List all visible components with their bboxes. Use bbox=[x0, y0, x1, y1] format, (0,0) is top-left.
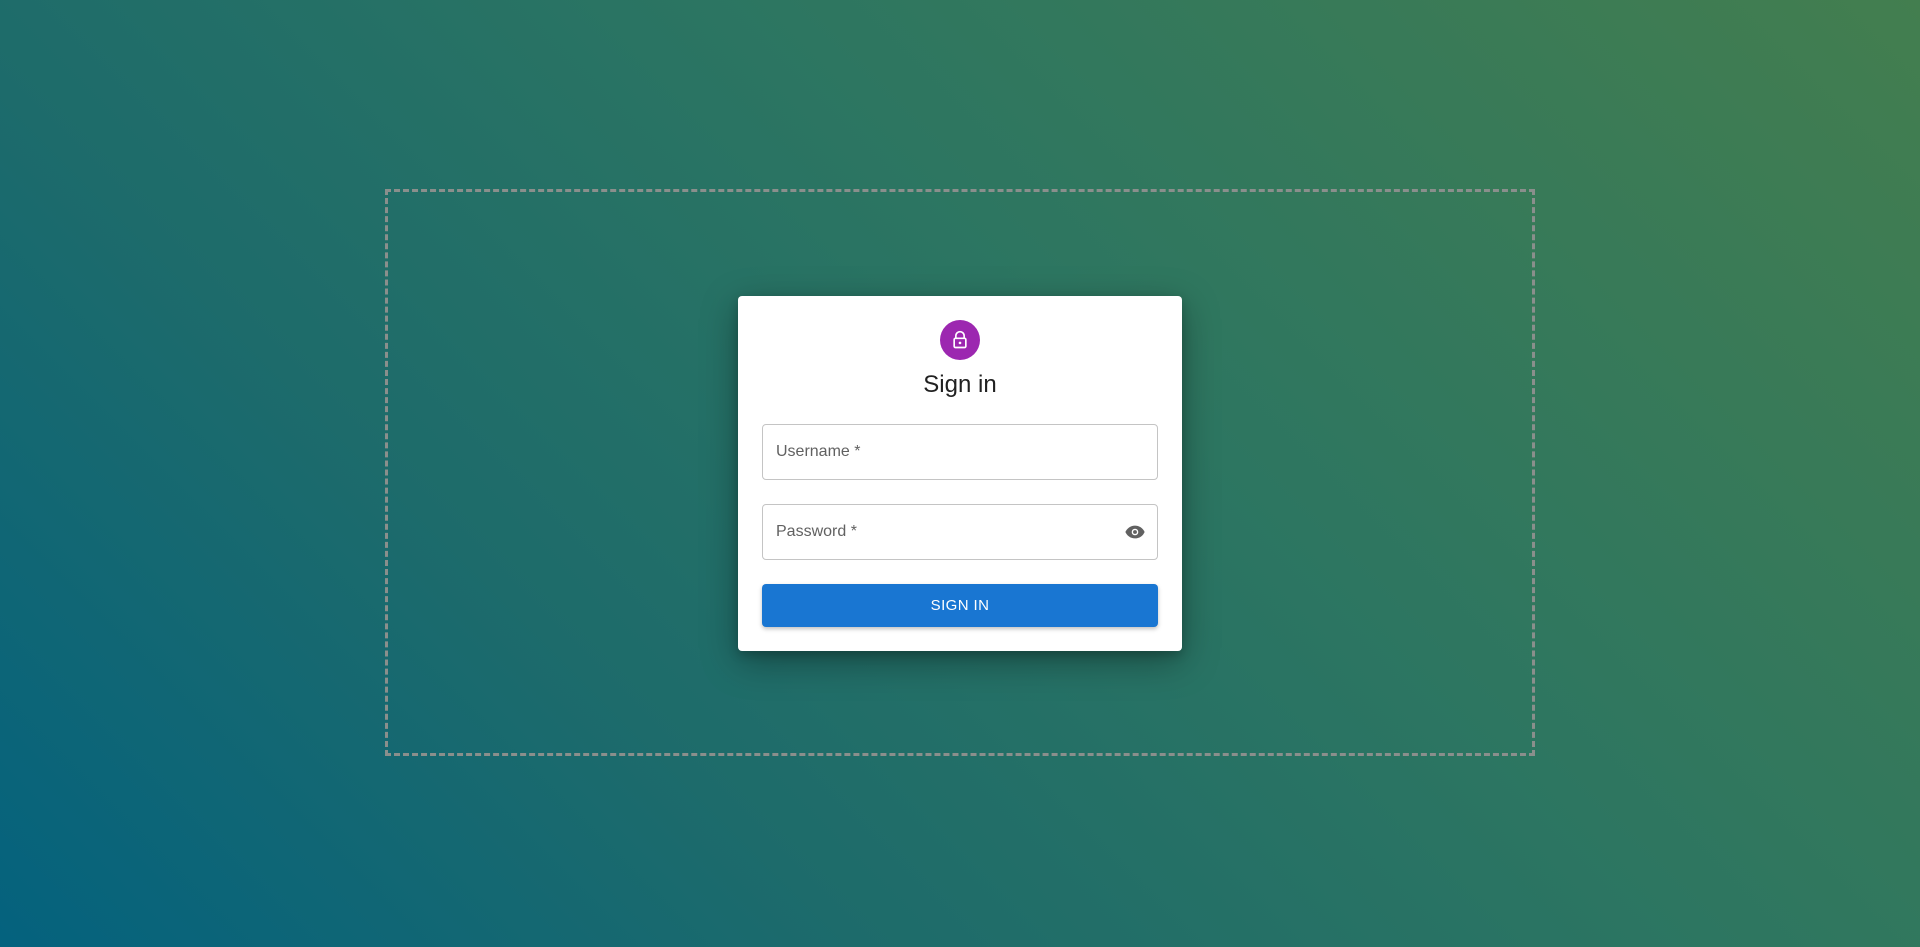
password-field[interactable]: Password * bbox=[762, 504, 1158, 560]
login-card: Sign in Username * Password * SIGN IN bbox=[738, 296, 1182, 651]
username-label: Username * bbox=[776, 443, 861, 460]
lock-avatar bbox=[940, 320, 980, 360]
eye-icon[interactable] bbox=[1123, 520, 1147, 544]
sign-in-button[interactable]: SIGN IN bbox=[762, 584, 1158, 627]
page-title: Sign in bbox=[923, 371, 997, 398]
lock-icon bbox=[950, 330, 970, 350]
username-field[interactable]: Username * bbox=[762, 424, 1158, 480]
password-label: Password * bbox=[776, 523, 857, 540]
